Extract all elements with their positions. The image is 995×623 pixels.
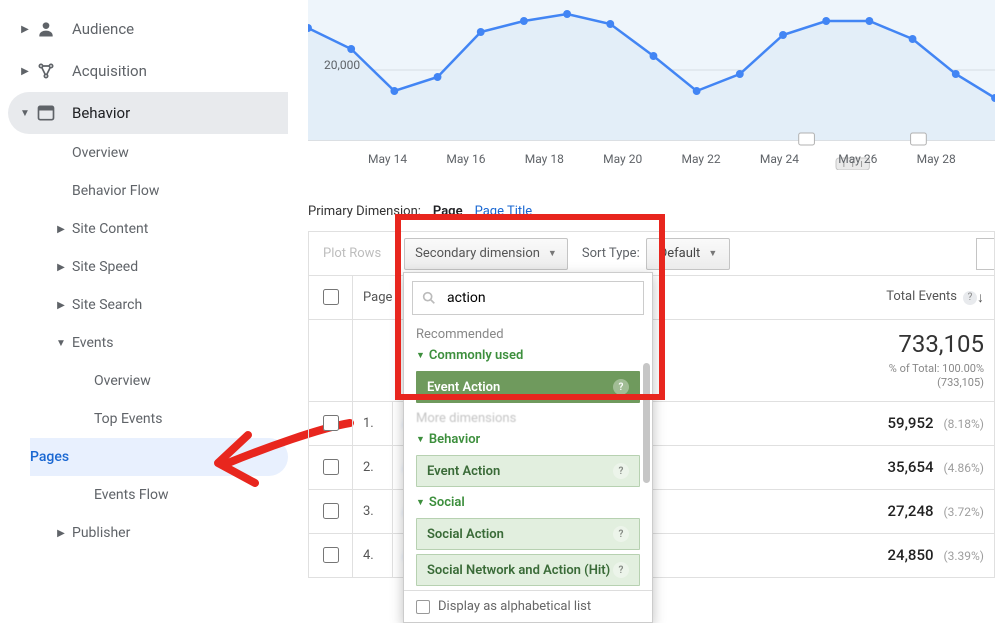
nav-site-content[interactable]: ▶Site Content (72, 210, 288, 248)
behavior-icon (34, 101, 58, 125)
caret-icon: ▶ (18, 66, 32, 77)
row-checkbox[interactable] (323, 503, 339, 519)
nav-acquisition[interactable]: ▶ Acquisition (8, 50, 288, 92)
nav-site-search[interactable]: ▶Site Search (72, 286, 288, 324)
caret-icon: ▶ (54, 300, 68, 311)
main-content: 20,000 May 14May 16May 18May 20May 22May… (300, 0, 995, 578)
caret-icon: ▶ (54, 224, 68, 235)
nav-events[interactable]: ▼Events (72, 324, 288, 362)
nav-events-overview[interactable]: Overview (94, 362, 288, 400)
table-toolbar: Plot Rows Secondary dimension ▼ Sort Typ… (308, 231, 995, 275)
row-checkbox[interactable] (323, 459, 339, 475)
primary-dimension-page[interactable]: Page (433, 204, 463, 219)
help-icon[interactable]: ? (613, 526, 629, 542)
help-icon[interactable]: ? (613, 463, 629, 479)
nav-label: Behavior (72, 104, 130, 122)
caret-icon: ▶ (18, 24, 32, 35)
select-all-header[interactable] (309, 276, 353, 320)
nav-label: Acquisition (72, 62, 147, 80)
nav-site-speed[interactable]: ▶Site Speed (72, 248, 288, 286)
dropdown-search[interactable] (412, 281, 644, 315)
dropdown-cat-social[interactable]: ▼Social (404, 491, 652, 514)
col-total-events[interactable]: Total Events? ↓ (650, 276, 994, 320)
dropdown-section-recommended: Recommended (404, 323, 652, 344)
nav-publisher[interactable]: ▶Publisher (72, 514, 288, 552)
row-checkbox[interactable] (323, 547, 339, 563)
sort-desc-icon: ↓ (977, 289, 984, 306)
dropdown-item-event-action[interactable]: Event Action? (416, 371, 640, 403)
nav-behavior-flow[interactable]: Behavior Flow (72, 172, 288, 210)
nav-events-flow[interactable]: Events Flow (94, 476, 288, 514)
table-search-input[interactable] (976, 238, 994, 270)
nav-events-pages[interactable]: Pages (30, 438, 288, 476)
sort-type-label: Sort Type: (582, 246, 640, 261)
chevron-down-icon: ▼ (708, 248, 717, 259)
primary-dimension-pagetitle[interactable]: Page Title (475, 204, 533, 219)
help-icon[interactable]: ? (613, 379, 629, 395)
help-icon[interactable]: ? (613, 562, 629, 578)
dropdown-section-more: More dimensions (404, 407, 652, 428)
secondary-dimension-button[interactable]: Secondary dimension ▼ (404, 238, 568, 270)
dropdown-search-input[interactable] (445, 289, 635, 307)
sidebar: ▶ Audience ▶ Acquisition ▼ Behavior Over… (0, 0, 300, 578)
help-icon[interactable]: ? (963, 291, 977, 305)
summary-note: % of Total: 100.00%(733,105) (661, 362, 984, 391)
primary-dimension-row: Primary Dimension: Page Page Title (308, 204, 995, 219)
search-icon (421, 290, 437, 306)
dropdown-cat-behavior[interactable]: ▼Behavior (404, 428, 652, 451)
chart-xticks: May 14May 16May 18May 20May 22May 24May … (368, 152, 995, 166)
nav-behavior-overview[interactable]: Overview (72, 134, 288, 172)
row-checkbox[interactable] (323, 415, 339, 431)
nav-audience[interactable]: ▶ Audience (8, 8, 288, 50)
primary-dimension-label: Primary Dimension: (308, 204, 421, 219)
alphabetical-checkbox[interactable] (416, 600, 430, 614)
summary-total: 733,105 (661, 330, 984, 358)
nav-label: Audience (72, 20, 134, 38)
caret-down-icon: ▼ (416, 497, 425, 508)
select-all-checkbox[interactable] (323, 289, 339, 305)
caret-down-icon: ▼ (54, 338, 68, 349)
dimension-dropdown: Recommended ▼Commonly used Event Action?… (403, 272, 653, 623)
nav-top-events[interactable]: Top Events (94, 400, 288, 438)
dropdown-cat-commonly-used[interactable]: ▼Commonly used (404, 344, 652, 367)
acquisition-icon (34, 59, 58, 83)
dropdown-item-social-network[interactable]: Social Network and Action (Hit)? (416, 554, 640, 586)
caret-icon: ▶ (54, 262, 68, 273)
dropdown-item-social-action[interactable]: Social Action? (416, 518, 640, 550)
caret-down-icon: ▼ (416, 434, 425, 445)
plot-rows-button: Plot Rows (309, 232, 396, 275)
sort-type-select[interactable]: Default ▼ (646, 238, 731, 270)
caret-down-icon: ▼ (18, 108, 32, 119)
dropdown-footer[interactable]: Display as alphabetical list (404, 590, 652, 622)
caret-down-icon: ▼ (416, 350, 425, 361)
chevron-down-icon: ▼ (548, 248, 557, 259)
line-chart: 20,000 May 14May 16May 18May 20May 22May… (308, 0, 995, 170)
audience-icon (34, 17, 58, 41)
caret-icon: ▶ (54, 528, 68, 539)
dropdown-item-event-action-2[interactable]: Event Action? (416, 455, 640, 487)
chart-ylabel: 20,000 (324, 58, 360, 72)
nav-behavior[interactable]: ▼ Behavior (8, 92, 288, 134)
dropdown-scrollbar[interactable] (643, 363, 650, 483)
